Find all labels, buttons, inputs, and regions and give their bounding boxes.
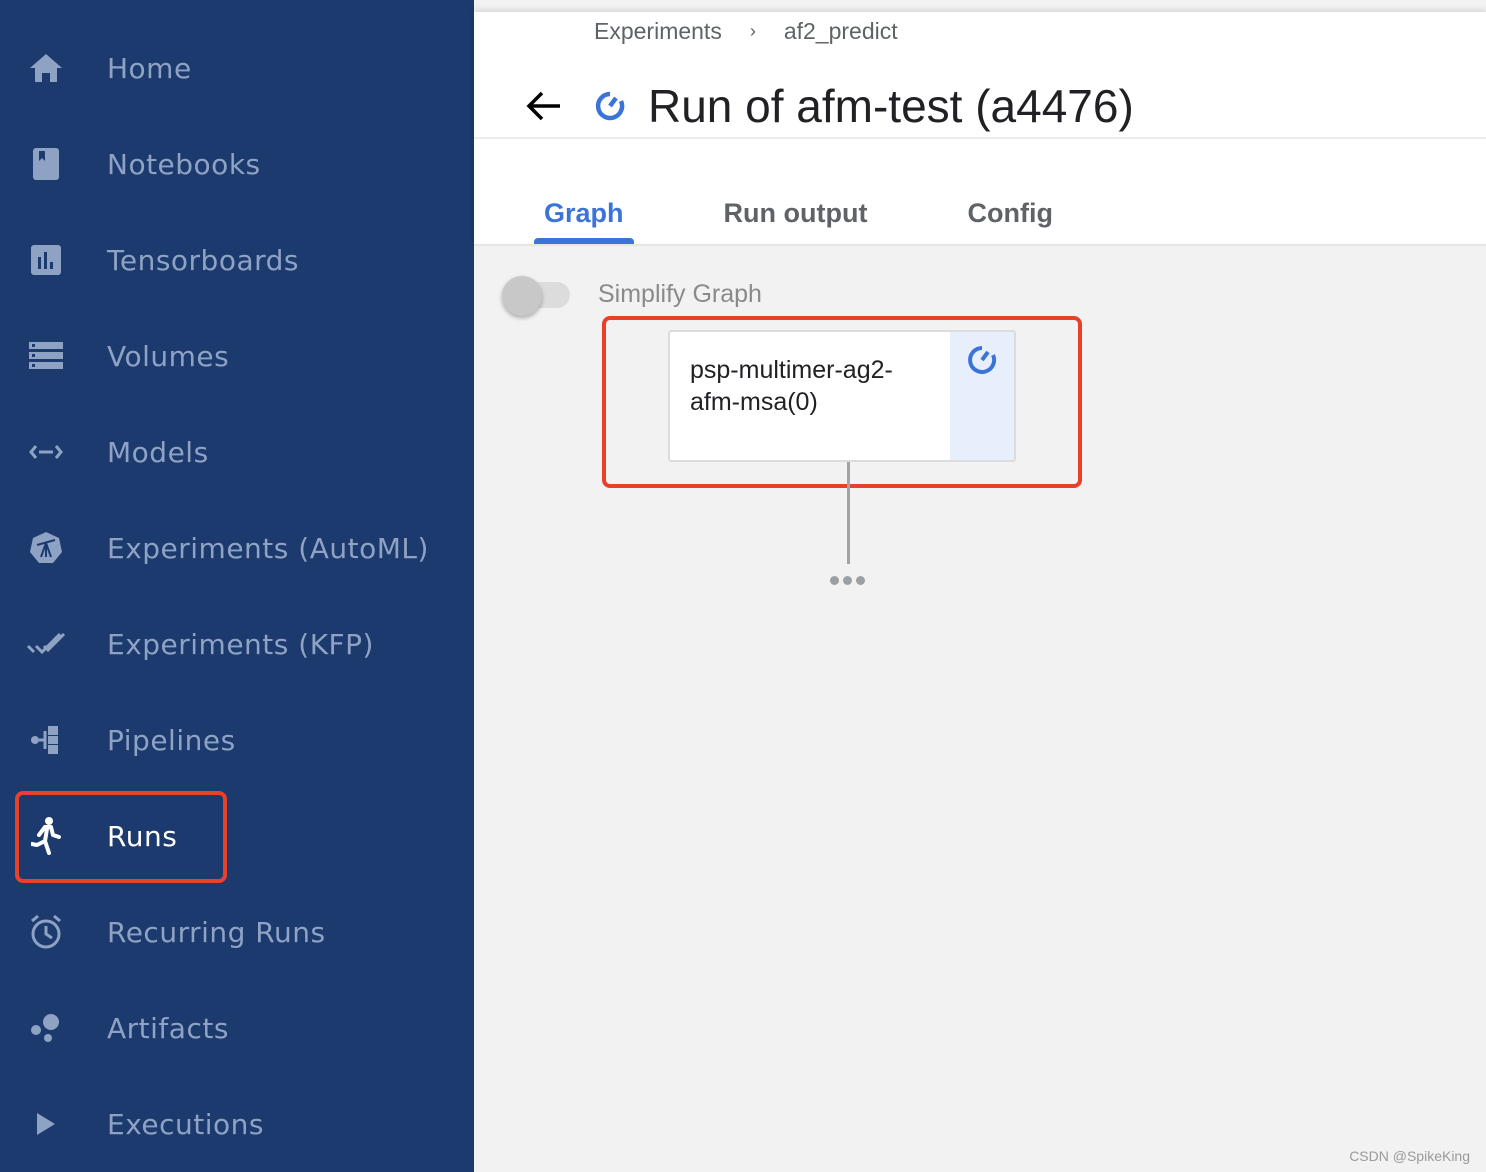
running-person-icon — [26, 816, 66, 856]
tab-bar: Graph Run output Config — [534, 192, 1143, 244]
sidebar-item-executions[interactable]: Executions — [0, 1076, 474, 1172]
storage-icon — [26, 336, 66, 376]
play-icon — [26, 1104, 66, 1144]
sidebar-item-label: Tensorboards — [107, 243, 299, 277]
tab-graph[interactable]: Graph — [534, 192, 634, 244]
header-divider — [474, 137, 1486, 139]
home-icon — [26, 48, 66, 88]
node-status-panel — [950, 332, 1014, 460]
sidebar-item-models[interactable]: Models — [0, 404, 474, 500]
sidebar-item-experiments-kfp[interactable]: Experiments (KFP) — [0, 596, 474, 692]
sidebar-item-volumes[interactable]: Volumes — [0, 308, 474, 404]
sidebar-item-label: Home — [107, 51, 192, 85]
pipeline-icon — [26, 720, 66, 760]
running-status-icon — [966, 344, 998, 460]
arrows-left-right-icon — [26, 432, 66, 472]
sidebar-item-label: Pipelines — [107, 723, 236, 757]
sidebar-item-label: Notebooks — [107, 147, 261, 181]
node-label: psp-multimer-ag2-afm-msa(0) — [690, 356, 893, 416]
breadcrumb: Experiments › af2_predict — [594, 18, 898, 45]
back-arrow-icon[interactable] — [524, 86, 564, 126]
breadcrumb-experiment-name[interactable]: af2_predict — [784, 18, 898, 45]
tab-config[interactable]: Config — [957, 192, 1062, 244]
graph-edge — [847, 462, 850, 564]
page-title: Run of afm-test (a4476) — [648, 80, 1134, 132]
sidebar-item-experiments-automl[interactable]: Experiments (AutoML) — [0, 500, 474, 596]
notebook-icon — [26, 144, 66, 184]
sidebar-item-label: Experiments (AutoML) — [107, 531, 429, 565]
sidebar-item-label: Executions — [107, 1107, 264, 1141]
bar-chart-icon — [26, 240, 66, 280]
tab-run-output[interactable]: Run output — [714, 192, 878, 244]
sidebar-item-pipelines[interactable]: Pipelines — [0, 692, 474, 788]
title-row: Run of afm-test (a4476) — [524, 76, 1134, 136]
main-content: Experiments › af2_predict Run of afm-tes… — [474, 0, 1486, 1172]
sidebar-item-label: Volumes — [107, 339, 230, 373]
sidebar-item-runs[interactable]: Runs — [0, 788, 474, 884]
double-check-icon — [26, 624, 66, 664]
sidebar-item-label: Runs — [107, 819, 178, 853]
simplify-graph-label: Simplify Graph — [598, 280, 762, 308]
more-nodes-icon[interactable] — [830, 576, 870, 590]
sidebar: Home Notebooks Tensorboards Volumes Mode… — [0, 0, 474, 1172]
bubbles-icon — [26, 1008, 66, 1048]
sidebar-item-label: Artifacts — [107, 1011, 229, 1045]
sidebar-item-recurring-runs[interactable]: Recurring Runs — [0, 884, 474, 980]
sidebar-item-label: Models — [107, 435, 209, 469]
watermark: CSDN @SpikeKing — [1349, 1148, 1470, 1164]
sidebar-item-tensorboards[interactable]: Tensorboards — [0, 212, 474, 308]
breadcrumb-experiments[interactable]: Experiments — [594, 18, 722, 45]
toggle-thumb — [502, 276, 542, 316]
page-header: Experiments › af2_predict Run of afm-tes… — [474, 12, 1486, 246]
sidebar-item-label: Recurring Runs — [107, 915, 326, 949]
sidebar-item-notebooks[interactable]: Notebooks — [0, 116, 474, 212]
sidebar-item-home[interactable]: Home — [0, 20, 474, 116]
sidebar-item-label: Experiments (KFP) — [107, 627, 374, 661]
running-status-icon — [594, 89, 628, 123]
sidebar-item-artifacts[interactable]: Artifacts — [0, 980, 474, 1076]
breadcrumb-separator: › — [749, 21, 756, 41]
telescope-icon — [26, 528, 66, 568]
alarm-clock-icon — [26, 912, 66, 952]
tab-bar-border — [474, 244, 1486, 246]
simplify-graph-toggle[interactable] — [502, 276, 572, 316]
graph-node[interactable]: psp-multimer-ag2-afm-msa(0) — [668, 330, 1016, 462]
